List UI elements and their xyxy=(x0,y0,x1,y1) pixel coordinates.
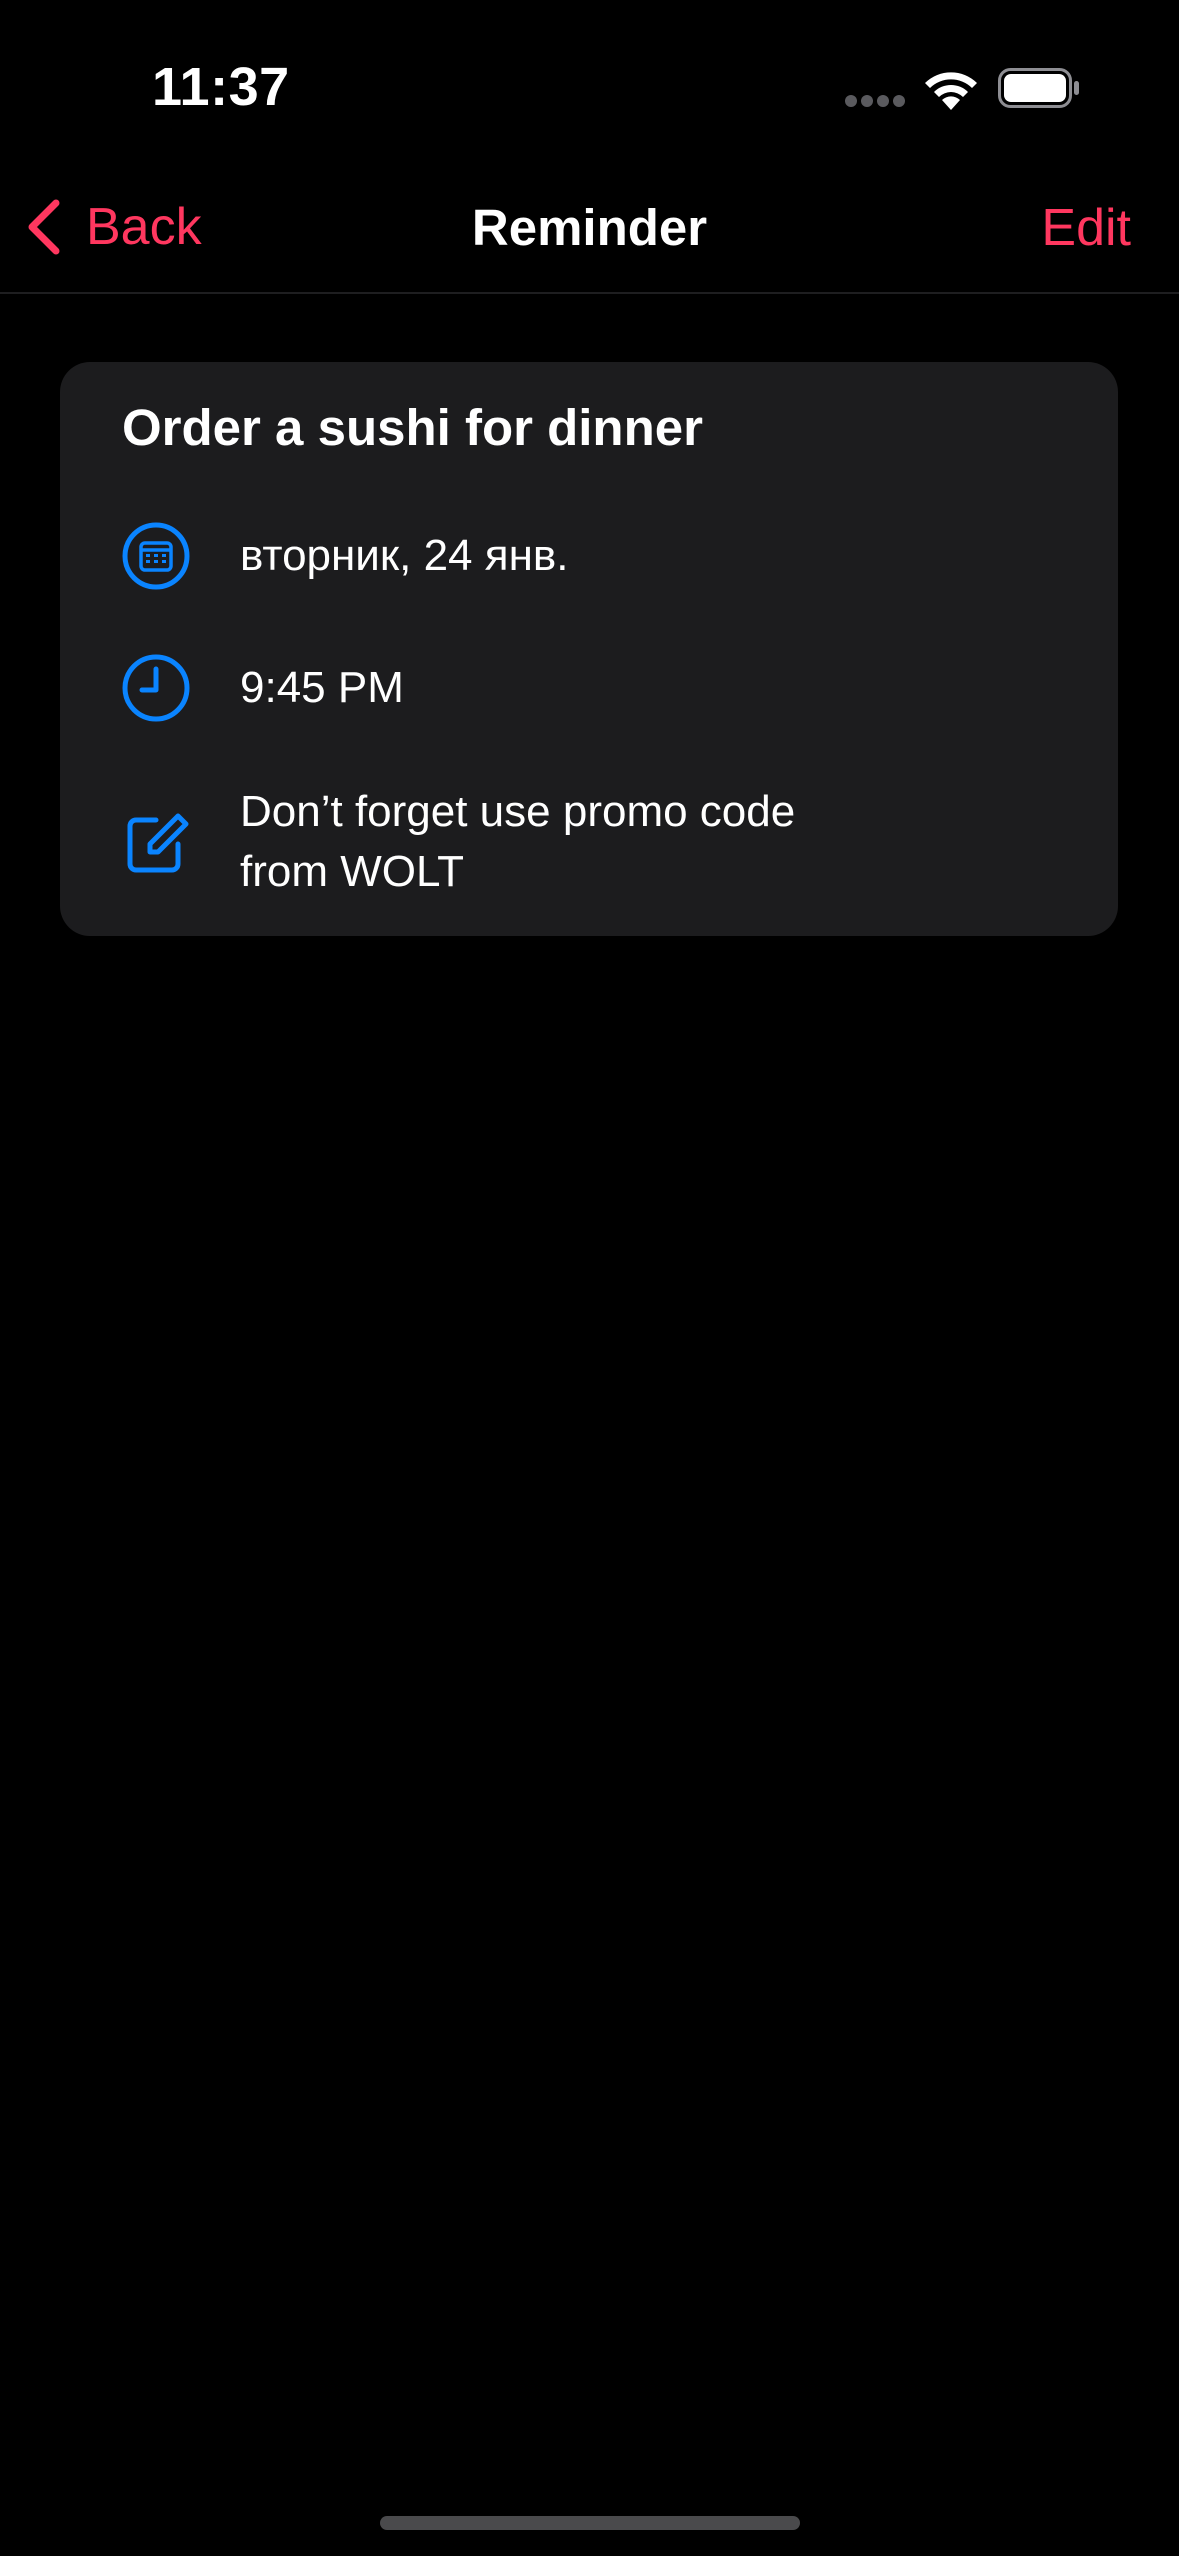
edit-note-icon xyxy=(127,813,189,873)
wifi-icon xyxy=(925,72,977,110)
page-title: Reminder xyxy=(471,199,708,256)
clock-icon xyxy=(122,654,190,722)
status-bar: 11:37 xyxy=(0,0,1179,160)
reminder-note: Don’t forget use promo code from WOLT xyxy=(240,787,796,896)
reminder-card: Order a sushi for dinner вторник, 24 янв… xyxy=(60,362,1118,936)
edit-button[interactable]: Edit xyxy=(1041,198,1131,258)
reminder-date-row: вторник, 24 янв. xyxy=(120,520,568,592)
reminder-time: 9:45 PM xyxy=(240,663,404,712)
status-time: 11:37 xyxy=(152,57,290,117)
navigation-bar: Back Reminder Edit xyxy=(0,170,1179,294)
reminder-title: Order a sushi for dinner xyxy=(122,399,703,456)
calendar-icon xyxy=(122,522,190,590)
reminder-date: вторник, 24 янв. xyxy=(240,531,569,580)
battery-icon xyxy=(998,68,1079,108)
home-indicator[interactable] xyxy=(380,2516,800,2530)
reminder-note-row: Don’t forget use promo code from WOLT xyxy=(120,782,880,902)
cellular-signal-icon xyxy=(845,95,905,107)
reminder-time-row: 9:45 PM xyxy=(120,652,404,724)
